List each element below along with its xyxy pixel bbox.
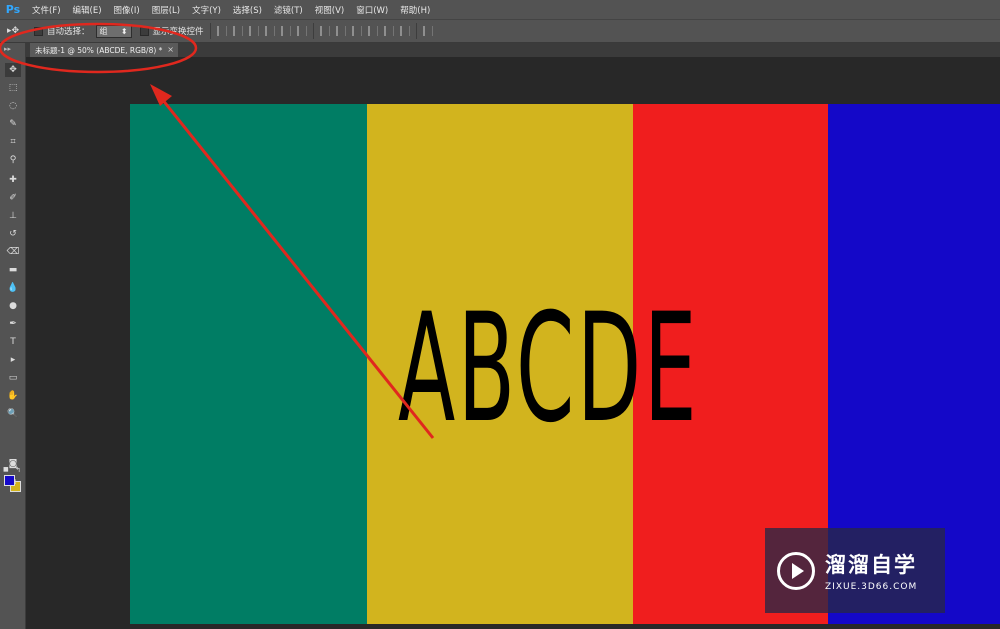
quick-select-tool-icon[interactable]: ✎ xyxy=(5,117,21,131)
menu-view[interactable]: 视图(V) xyxy=(309,4,350,16)
menu-type[interactable]: 文字(Y) xyxy=(186,4,227,16)
align-bottom-icon[interactable] xyxy=(248,26,259,36)
auto-select-dropdown[interactable]: 组 ⬍ xyxy=(95,24,132,38)
document-tab[interactable]: 未标题-1 @ 50% (ABCDE, RGB/8) * × xyxy=(30,43,178,57)
watermark-brand: 溜溜自学 xyxy=(825,553,917,577)
clone-stamp-tool-icon[interactable]: ⊥ xyxy=(5,209,21,223)
type-tool-icon[interactable]: T xyxy=(5,335,21,349)
auto-align-icon[interactable] xyxy=(422,26,433,36)
distribute-left-icon[interactable] xyxy=(367,26,378,36)
menu-filter[interactable]: 滤镜(T) xyxy=(268,4,309,16)
menu-select[interactable]: 选择(S) xyxy=(227,4,268,16)
align-hcenter-icon[interactable] xyxy=(280,26,291,36)
stripe-green xyxy=(130,104,367,624)
marquee-tool-icon[interactable]: ⬚ xyxy=(5,81,21,95)
watermark-url: ZIXUE.3D66.COM xyxy=(825,582,918,592)
align-vcenter-icon[interactable] xyxy=(232,26,243,36)
distribute-right-icon[interactable] xyxy=(399,26,410,36)
lasso-tool-icon[interactable]: ◌ xyxy=(5,99,21,113)
gradient-tool-icon[interactable]: ▬ xyxy=(5,263,21,277)
crop-tool-icon[interactable]: ⌗ xyxy=(5,135,21,149)
foreground-color-swatch[interactable] xyxy=(4,475,15,486)
align-buttons xyxy=(216,26,307,36)
photoshop-window: Ps 文件(F) 编辑(E) 图像(I) 图层(L) 文字(Y) 选择(S) 滤… xyxy=(0,0,1000,629)
canvas-text-layer[interactable]: ABCDE xyxy=(398,294,699,444)
menu-bar: Ps 文件(F) 编辑(E) 图像(I) 图层(L) 文字(Y) 选择(S) 滤… xyxy=(0,0,1000,19)
align-top-icon[interactable] xyxy=(216,26,227,36)
play-logo-icon xyxy=(777,551,815,590)
distribute-top-icon[interactable] xyxy=(319,26,330,36)
history-brush-tool-icon[interactable]: ↺ xyxy=(5,227,21,241)
watermark-text: 溜溜自学 ZIXUE.3D66.COM xyxy=(825,549,917,592)
align-right-icon[interactable] xyxy=(296,26,307,36)
auto-select-value: 组 xyxy=(99,26,108,36)
auto-select-label: 自动选择： xyxy=(47,27,90,37)
document-tab-title: 未标题-1 @ 50% (ABCDE, RGB/8) * xyxy=(35,45,163,55)
distribute-buttons xyxy=(319,26,410,36)
move-tool-icon[interactable]: ▸✥ xyxy=(0,26,26,36)
divider xyxy=(209,23,211,39)
move-tool-icon[interactable]: ✥ xyxy=(5,63,21,77)
tools-panel: ▸▸ ✥ ⬚ ◌ ✎ ⌗ ⚲ ✚ ✐ ⊥ ↺ ⌫ ▬ 💧 ● ✒ T ▸ ▭ ✋… xyxy=(0,43,26,629)
auto-select-checkbox[interactable] xyxy=(34,26,43,36)
menu-window[interactable]: 窗口(W) xyxy=(350,4,394,16)
blur-tool-icon[interactable]: 💧 xyxy=(5,281,21,295)
document-tab-bar: 未标题-1 @ 50% (ABCDE, RGB/8) * × xyxy=(26,43,1000,57)
eraser-tool-icon[interactable]: ⌫ xyxy=(5,245,21,259)
chevron-down-icon: ⬍ xyxy=(120,26,128,36)
distribute-hcenter-icon[interactable] xyxy=(383,26,394,36)
distribute-bottom-icon[interactable] xyxy=(351,26,362,36)
hand-tool-icon[interactable]: ✋ xyxy=(5,389,21,403)
zoom-tool-icon[interactable]: 🔍 xyxy=(5,407,21,421)
healing-brush-tool-icon[interactable]: ✚ xyxy=(5,173,21,187)
menu-layer[interactable]: 图层(L) xyxy=(146,4,186,16)
eyedropper-tool-icon[interactable]: ⚲ xyxy=(5,153,21,167)
pen-tool-icon[interactable]: ✒ xyxy=(5,317,21,331)
divider xyxy=(312,23,314,39)
align-left-icon[interactable] xyxy=(264,26,275,36)
brush-tool-icon[interactable]: ✐ xyxy=(5,191,21,205)
ps-logo: Ps xyxy=(5,3,21,16)
dodge-tool-icon[interactable]: ● xyxy=(5,299,21,313)
annotation-arrow-head xyxy=(150,84,172,106)
close-icon[interactable]: × xyxy=(167,45,174,54)
menu-image[interactable]: 图像(I) xyxy=(108,4,146,16)
menu-help[interactable]: 帮助(H) xyxy=(394,4,436,16)
quick-mask-icon[interactable]: ◙ xyxy=(5,457,21,471)
show-transform-label: 显示变换控件 xyxy=(152,27,204,37)
menu-file[interactable]: 文件(F) xyxy=(26,4,67,16)
show-transform-checkbox[interactable] xyxy=(139,26,149,36)
distribute-vcenter-icon[interactable] xyxy=(335,26,346,36)
options-bar: ▸✥ 自动选择： 组 ⬍ 显示变换控件 xyxy=(0,19,1000,43)
path-select-tool-icon[interactable]: ▸ xyxy=(5,353,21,367)
panel-grip-icon[interactable]: ▸▸ xyxy=(4,45,11,53)
watermark: 溜溜自学 ZIXUE.3D66.COM xyxy=(765,528,945,613)
rectangle-tool-icon[interactable]: ▭ xyxy=(5,371,21,385)
divider xyxy=(415,23,417,39)
menu-edit[interactable]: 编辑(E) xyxy=(67,4,108,16)
